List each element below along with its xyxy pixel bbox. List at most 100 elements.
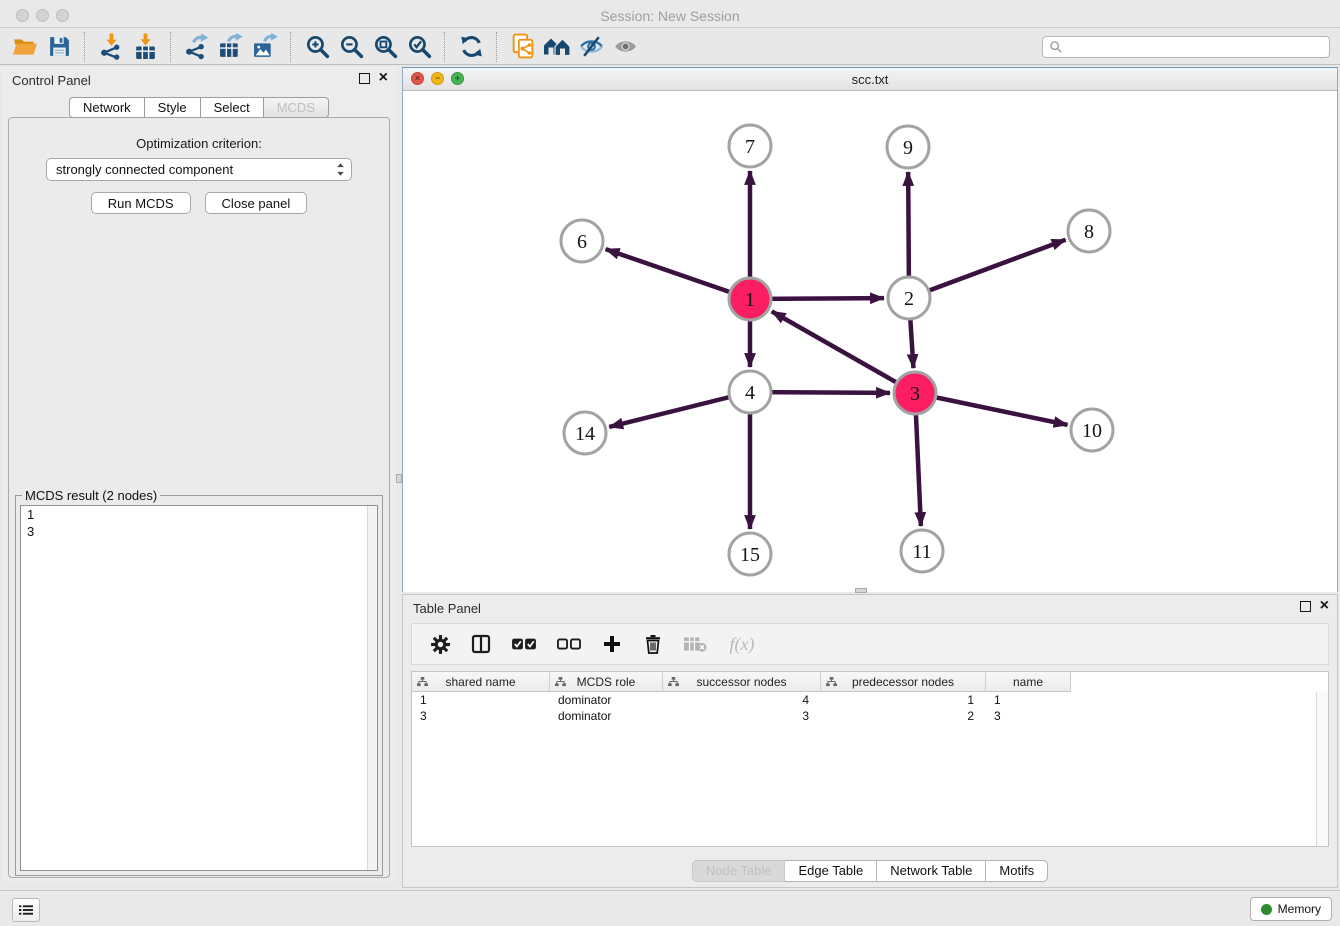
show-panels-button[interactable] — [608, 31, 642, 63]
float-panel-icon[interactable] — [1300, 601, 1311, 612]
table-row-2[interactable]: 3dominator323 — [412, 708, 1328, 724]
duplicate-network-button[interactable] — [506, 31, 540, 63]
result-scrollbar[interactable] — [367, 506, 377, 870]
status-bar: Memory — [0, 890, 1340, 926]
zoom-in-button[interactable] — [300, 31, 334, 63]
table-tab-network-table[interactable]: Network Table — [877, 860, 986, 882]
graph-node-label: 3 — [910, 383, 920, 405]
graph-node-9[interactable]: 9 — [887, 126, 929, 168]
table-cell-predecessor-nodes: 1 — [821, 693, 986, 707]
graph-edge-2-8[interactable] — [909, 240, 1066, 298]
deselect-all-button[interactable] — [555, 632, 583, 656]
control-tab-network[interactable]: Network — [69, 97, 145, 118]
control-tab-select[interactable]: Select — [201, 97, 264, 118]
graph-edge-3-1[interactable] — [772, 311, 915, 393]
node-table: shared name MCDS role successor nodesprede… — [411, 671, 1329, 847]
refresh-icon — [459, 34, 484, 59]
graph-node-label: 7 — [745, 136, 755, 158]
dropdown-stepper-icon — [336, 162, 345, 177]
column-header-shared-name[interactable]: shared name — [412, 672, 550, 692]
apply-function-button[interactable]: f(x) — [725, 632, 759, 656]
run-mcds-button[interactable]: Run MCDS — [91, 192, 191, 214]
control-tab-style[interactable]: Style — [145, 97, 201, 118]
import-network-button[interactable] — [94, 31, 128, 63]
search-input[interactable] — [1067, 39, 1329, 56]
mcds-result-list[interactable]: 13 — [20, 505, 378, 871]
network-graph[interactable]: 6 7 9 8 1 2 4 3 14 10 15 11 — [403, 91, 1337, 592]
delete-entry-button[interactable] — [641, 632, 665, 656]
zoom-fit-button[interactable] — [368, 31, 402, 63]
column-header-mcds-role[interactable]: MCDS role — [550, 672, 663, 692]
table-row-1[interactable]: 1dominator411 — [412, 692, 1328, 708]
show-all-networks-button[interactable] — [540, 31, 574, 63]
graph-node-label: 1 — [745, 289, 755, 311]
memory-button[interactable]: Memory — [1250, 897, 1332, 921]
mcds-result-item[interactable]: 3 — [21, 523, 377, 540]
table-tab-node-table[interactable]: Node Table — [692, 860, 786, 882]
splitter-handle-horizontal[interactable] — [855, 588, 867, 593]
graph-node-11[interactable]: 11 — [901, 530, 943, 572]
column-layout-button[interactable] — [469, 632, 493, 656]
export-image-button[interactable] — [248, 31, 282, 63]
graph-node-4[interactable]: 4 — [729, 371, 771, 413]
table-cell-mcds-role: dominator — [550, 693, 663, 707]
close-panel-icon[interactable]: × — [1320, 600, 1329, 612]
task-list-button[interactable] — [12, 898, 40, 922]
select-all-button[interactable] — [510, 632, 538, 656]
zoom-in-icon — [305, 34, 330, 59]
float-panel-icon[interactable] — [359, 73, 370, 84]
delete-table-icon — [683, 635, 707, 653]
column-header-name[interactable]: name — [986, 672, 1071, 692]
graph-node-6[interactable]: 6 — [561, 220, 603, 262]
export-table-button[interactable] — [214, 31, 248, 63]
graph-node-label: 2 — [904, 288, 914, 310]
zoom-out-button[interactable] — [334, 31, 368, 63]
optimization-criterion-label: Optimization criterion: — [9, 136, 389, 151]
save-floppy-icon — [47, 34, 72, 59]
toolbar-separator — [84, 32, 86, 62]
graph-node-10[interactable]: 10 — [1071, 409, 1113, 451]
graph-node-8[interactable]: 8 — [1068, 210, 1110, 252]
graph-node-14[interactable]: 14 — [564, 412, 606, 454]
graph-node-1[interactable]: 1 — [729, 278, 771, 320]
table-settings-button[interactable] — [428, 632, 452, 656]
mcds-result-item[interactable]: 1 — [21, 506, 377, 523]
graph-node-label: 4 — [745, 382, 755, 404]
graph-node-7[interactable]: 7 — [729, 125, 771, 167]
graph-node-2[interactable]: 2 — [888, 277, 930, 319]
hide-panels-button[interactable] — [574, 31, 608, 63]
export-network-button[interactable] — [180, 31, 214, 63]
import-table-icon — [132, 33, 159, 60]
network-window-title: scc.txt — [403, 72, 1337, 87]
open-session-button[interactable] — [8, 31, 42, 63]
close-panel-icon[interactable]: × — [379, 72, 388, 84]
table-scrollbar[interactable] — [1316, 692, 1328, 846]
table-tab-edge-table[interactable]: Edge Table — [785, 860, 877, 882]
graph-node-15[interactable]: 15 — [729, 533, 771, 575]
delete-table-button[interactable] — [682, 632, 708, 656]
control-tab-mcds[interactable]: MCDS — [264, 97, 329, 118]
column-label: MCDS role — [577, 675, 636, 689]
criterion-dropdown[interactable]: strongly connected component — [46, 158, 352, 181]
column-header-successor-nodes[interactable]: successor nodes — [663, 672, 821, 692]
memory-status-dot — [1261, 904, 1272, 915]
zoom-selected-button[interactable] — [402, 31, 436, 63]
graph-edge-1-6[interactable] — [606, 249, 750, 299]
splitter-handle-vertical[interactable] — [396, 474, 402, 483]
network-canvas[interactable]: 6 7 9 8 1 2 4 3 14 10 15 11 — [403, 91, 1337, 592]
table-tab-motifs[interactable]: Motifs — [986, 860, 1048, 882]
criterion-value: strongly connected component — [56, 162, 336, 177]
graph-node-3[interactable]: 3 — [894, 372, 936, 414]
column-header-predecessor-nodes[interactable]: predecessor nodes — [821, 672, 986, 692]
close-panel-button[interactable]: Close panel — [205, 192, 308, 214]
export-table-icon — [218, 33, 245, 60]
add-entry-button[interactable] — [600, 632, 624, 656]
graph-edge-3-10[interactable] — [915, 393, 1068, 425]
table-cell-shared-name: 3 — [412, 709, 550, 723]
import-table-button[interactable] — [128, 31, 162, 63]
network-window-titlebar[interactable]: × − + scc.txt — [403, 68, 1337, 91]
network-view-window: × − + scc.txt 6 7 9 8 1 2 4 3 14 10 15 11 — [402, 67, 1338, 592]
graph-node-label: 10 — [1082, 420, 1102, 442]
refresh-layout-button[interactable] — [454, 31, 488, 63]
save-session-button[interactable] — [42, 31, 76, 63]
